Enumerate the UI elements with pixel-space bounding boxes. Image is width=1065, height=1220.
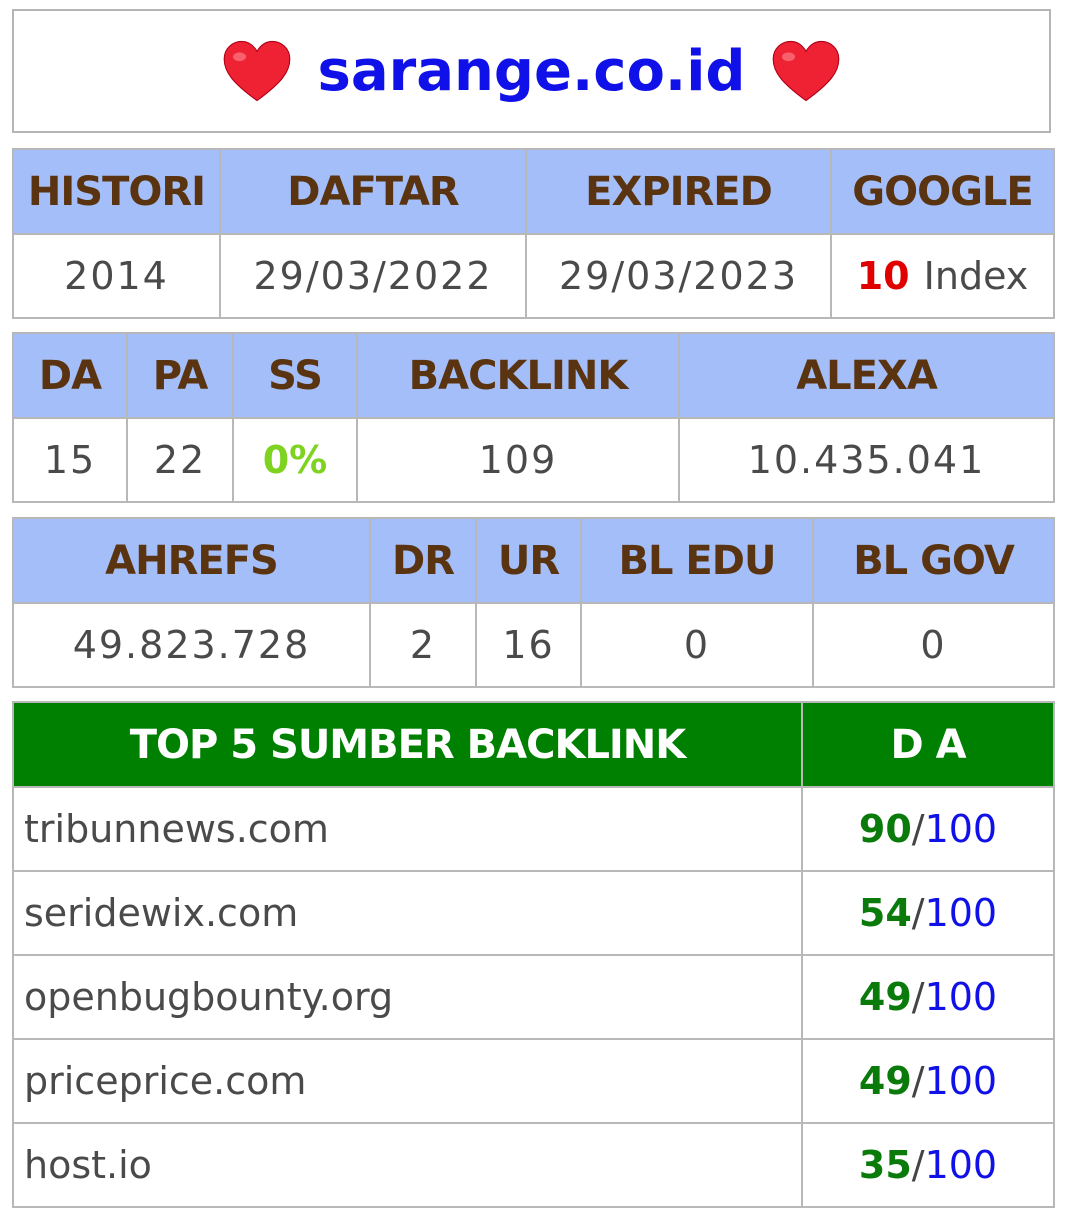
header-ss: SS xyxy=(232,332,358,419)
header-dr: DR xyxy=(369,517,477,604)
da-max: 100 xyxy=(924,807,998,851)
da-value: 90 xyxy=(858,807,912,851)
header-ur: UR xyxy=(475,517,582,604)
value-ahrefs: 49.823.728 xyxy=(12,602,371,688)
value-backlink: 109 xyxy=(356,417,680,503)
backlink-source: seridewix.com xyxy=(12,870,803,956)
header-ahrefs: AHREFS xyxy=(12,517,371,604)
header-bl-edu: BL EDU xyxy=(580,517,814,604)
backlink-da: 90/100 xyxy=(801,786,1055,872)
da-separator: / xyxy=(911,1143,925,1187)
da-value: 54 xyxy=(858,891,912,935)
value-dr: 2 xyxy=(369,602,477,688)
value-da: 15 xyxy=(12,417,128,503)
value-histori: 2014 xyxy=(12,233,221,319)
header-da: DA xyxy=(12,332,128,419)
header-histori: HISTORI xyxy=(12,148,221,235)
da-separator: / xyxy=(911,891,925,935)
header-alexa: ALEXA xyxy=(678,332,1055,419)
header-da-score: D A xyxy=(801,701,1055,788)
value-expired: 29/03/2023 xyxy=(525,233,832,319)
table-row: openbugbounty.org 49/100 xyxy=(12,954,1055,1040)
da-max: 100 xyxy=(924,1059,998,1103)
value-alexa: 10.435.041 xyxy=(678,417,1055,503)
site-title-box: sarange.co.id xyxy=(12,9,1051,133)
table-row: priceprice.com 49/100 xyxy=(12,1038,1055,1124)
value-pa: 22 xyxy=(126,417,234,503)
value-google: 10 Index xyxy=(830,233,1055,319)
da-value: 49 xyxy=(858,975,912,1019)
da-value: 35 xyxy=(858,1143,912,1187)
backlink-da: 49/100 xyxy=(801,954,1055,1040)
da-max: 100 xyxy=(924,1143,998,1187)
da-separator: / xyxy=(911,1059,925,1103)
value-daftar: 29/03/2022 xyxy=(219,233,527,319)
header-bl-gov: BL GOV xyxy=(812,517,1055,604)
google-index-label: Index xyxy=(923,254,1029,298)
backlink-source: openbugbounty.org xyxy=(12,954,803,1040)
ahrefs-metrics-table: AHREFS DR UR BL EDU BL GOV 49.823.728 2 … xyxy=(12,517,1055,688)
table-row: tribunnews.com 90/100 xyxy=(12,786,1055,872)
heart-icon xyxy=(773,40,840,102)
backlink-source: tribunnews.com xyxy=(12,786,803,872)
header-top5-sources: TOP 5 SUMBER BACKLINK xyxy=(12,701,803,788)
da-max: 100 xyxy=(924,891,998,935)
header-google: GOOGLE xyxy=(830,148,1055,235)
table-row: seridewix.com 54/100 xyxy=(12,870,1055,956)
header-pa: PA xyxy=(126,332,234,419)
backlink-source: priceprice.com xyxy=(12,1038,803,1124)
value-ss: 0% xyxy=(232,417,358,503)
header-expired: EXPIRED xyxy=(525,148,832,235)
header-backlink: BACKLINK xyxy=(356,332,680,419)
top-backlink-sources-table: TOP 5 SUMBER BACKLINK D A tribunnews.com… xyxy=(12,701,1055,1208)
seo-metrics-table: DA PA SS BACKLINK ALEXA 15 22 0% 109 10.… xyxy=(12,332,1055,503)
value-ur: 16 xyxy=(475,602,582,688)
backlink-source: host.io xyxy=(12,1122,803,1208)
header-daftar: DAFTAR xyxy=(219,148,527,235)
backlink-da: 35/100 xyxy=(801,1122,1055,1208)
google-index-count: 10 xyxy=(856,254,910,298)
da-separator: / xyxy=(911,975,925,1019)
da-separator: / xyxy=(911,807,925,851)
site-domain: sarange.co.id xyxy=(317,38,746,104)
table-row: host.io 35/100 xyxy=(12,1122,1055,1208)
da-max: 100 xyxy=(924,975,998,1019)
heart-icon xyxy=(223,40,290,102)
da-value: 49 xyxy=(858,1059,912,1103)
backlink-da: 49/100 xyxy=(801,1038,1055,1124)
backlink-da: 54/100 xyxy=(801,870,1055,956)
value-bl-gov: 0 xyxy=(812,602,1055,688)
value-bl-edu: 0 xyxy=(580,602,814,688)
domain-history-table: HISTORI DAFTAR EXPIRED GOOGLE 2014 29/03… xyxy=(12,148,1055,319)
